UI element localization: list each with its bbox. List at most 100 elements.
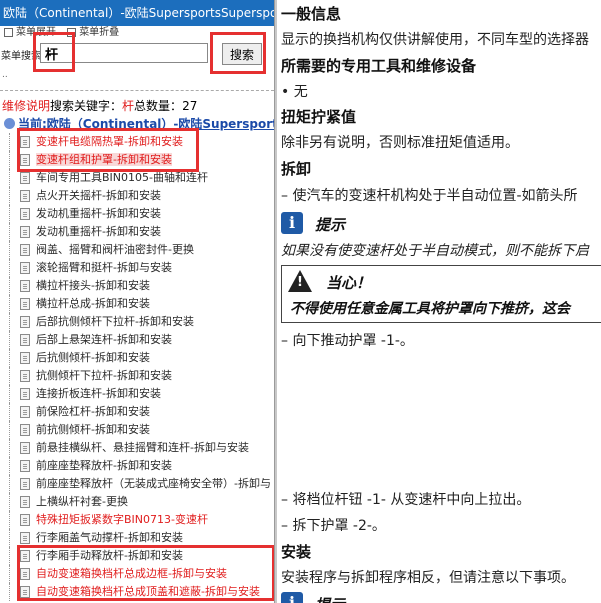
tree-line [9, 457, 10, 475]
tree-item[interactable]: 后抗侧倾杆-拆卸和安装 [0, 349, 274, 367]
tree-item[interactable]: 行李厢手动释放杆-拆卸和安装 [0, 547, 274, 565]
step-3: – 将档位杆钮 -1- 从变速杆中向上拉出。 [281, 492, 531, 508]
tree-item[interactable]: 车间专用工具BIN0105-曲轴和连杆 [0, 169, 274, 187]
tree-item-label: 前座座垫释放杆-拆卸和安装 [36, 459, 172, 472]
document-icon [20, 190, 30, 202]
tree-item[interactable]: 横拉杆接头-拆卸和安装 [0, 277, 274, 295]
document-icon [20, 550, 30, 562]
document-icon [20, 514, 30, 526]
tree-item[interactable]: 前抗侧倾杆-拆卸和安装 [0, 421, 274, 439]
tree-item-label: 后部上悬架连杆-拆卸和安装 [36, 333, 172, 346]
tree-item-label: 行李厢盖气动撑杆-拆卸和安装 [36, 531, 183, 544]
tree-line [9, 313, 10, 331]
search-input[interactable] [40, 43, 208, 63]
tree-item-label: 自动变速箱换档杆总成顶盖和遮蔽-拆卸与安装 [36, 585, 260, 598]
warning-icon [288, 270, 312, 292]
tree-item-label: 点火开关摇杆-拆卸和安装 [36, 189, 161, 202]
info-icon: i [281, 212, 303, 234]
tree-item[interactable]: 前座座垫释放杆（无装成式座椅安全带）-拆卸与 [0, 475, 274, 493]
tree-root[interactable]: 当前:欧陆（Continental）-欧陆Supersports [4, 115, 274, 132]
step-4: – 拆下护罩 -2-。 [281, 518, 386, 534]
tree-item-label: 阀盖、摇臂和阀杆油密封件-更换 [36, 243, 194, 256]
tree-line [9, 205, 10, 223]
tree-item[interactable]: 点火开关摇杆-拆卸和安装 [0, 187, 274, 205]
tree-item-label: 变速杆电缆隔热罩-拆卸和安装 [36, 135, 183, 148]
tree-item-label: 横拉杆总成-拆卸和安装 [36, 297, 150, 310]
tree-item[interactable]: 滚轮摇臂和挺杆-拆卸与安装 [0, 259, 274, 277]
tree-line [9, 367, 10, 385]
navigation-panel: 欧陆（Continental）-欧陆SupersportsSupersports… [0, 0, 274, 603]
tree-line [9, 331, 10, 349]
document-icon [20, 280, 30, 292]
document-icon [20, 442, 30, 454]
info-icon-2: i [281, 592, 303, 603]
document-icon [20, 460, 30, 472]
tree-line [9, 133, 10, 151]
tree-item[interactable]: 自动变速箱换档杆总成边框-拆卸与安装 [0, 565, 274, 583]
document-icon [20, 154, 30, 166]
panel-title: 欧陆（Continental）-欧陆SupersportsSupersports [0, 0, 274, 26]
tree-item-label: 前悬挂横纵杆、悬挂摇臂和连杆-拆卸与安装 [36, 441, 249, 454]
document-icon [20, 478, 30, 490]
tree-line [9, 403, 10, 421]
document-icon [20, 172, 30, 184]
tree-item[interactable]: 变速杆组和护罩-拆卸和安装 [0, 151, 274, 169]
tree-item[interactable]: 发动机重摇杆-拆卸和安装 [0, 205, 274, 223]
tip-label: 提示 [315, 216, 346, 234]
tree-item-label: 抗侧倾杆下拉杆-拆卸和安装 [36, 369, 172, 382]
tip-text: 如果没有使变速杆处于半自动模式，则不能拆下启 [281, 243, 589, 259]
search-label: 菜单搜索 [1, 51, 41, 62]
tree-item[interactable]: 行李厢盖气动撑杆-拆卸和安装 [0, 529, 274, 547]
tree-item[interactable]: 上横纵杆衬套-更换 [0, 493, 274, 511]
caution-text: 不得使用任意金属工具将护罩向下推挤，这会 [290, 301, 570, 317]
tree-item[interactable]: 特殊扭矩扳紧数字BIN0713-变速杆 [0, 511, 274, 529]
tree-line [9, 511, 10, 529]
document-icon [20, 586, 30, 598]
tree-line [9, 475, 10, 493]
removal-heading: 拆卸 [281, 160, 312, 178]
tree-item-label: 变速杆组和护罩-拆卸和安装 [36, 153, 172, 166]
tree-item-label: 后部抗侧倾杆下拉杆-拆卸和安装 [36, 315, 194, 328]
ellipsis: .. [2, 70, 8, 80]
document-icon [20, 388, 30, 400]
tree-line [9, 223, 10, 241]
tree-line [9, 169, 10, 187]
tree-item-label: 发动机重摇杆-拆卸和安装 [36, 207, 161, 220]
menu-collapse-button[interactable]: 菜单折叠 [67, 27, 119, 38]
caution-label: 当心！ [326, 274, 372, 292]
general-heading: 一般信息 [281, 5, 342, 23]
tree-item-label: 上横纵杆衬套-更换 [36, 495, 128, 508]
tree-item[interactable]: 发动机重摇杆-拆卸和安装 [0, 223, 274, 241]
tree-line [9, 349, 10, 367]
tools-item: • 无 [281, 84, 308, 100]
step-1: – 使汽车的变速杆机构处于半自动位置-如箭头所 [281, 188, 578, 204]
tree-item[interactable]: 阀盖、摇臂和阀杆油密封件-更换 [0, 241, 274, 259]
document-icon [20, 370, 30, 382]
menu-expand-button[interactable]: 菜单展开 [4, 27, 56, 38]
search-summary: 维修说明搜索关键字：杆总数量：27 [2, 99, 198, 113]
install-heading: 安装 [281, 543, 312, 561]
tree-item[interactable]: 后部抗侧倾杆下拉杆-拆卸和安装 [0, 313, 274, 331]
tree-item-label: 行李厢手动释放杆-拆卸和安装 [36, 549, 183, 562]
tree-item-label: 自动变速箱换档杆总成边框-拆卸与安装 [36, 567, 227, 580]
search-button[interactable]: 搜索 [222, 43, 262, 65]
tree-line [9, 529, 10, 547]
tree-item[interactable]: 后部上悬架连杆-拆卸和安装 [0, 331, 274, 349]
tree-line [9, 241, 10, 259]
document-content: 一般信息 显示的换挡机构仅供讲解使用，不同车型的选择器 所需要的专用工具和维修设… [277, 0, 601, 603]
tree-item[interactable]: 前悬挂横纵杆、悬挂摇臂和连杆-拆卸与安装 [0, 439, 274, 457]
tree-item[interactable]: 横拉杆总成-拆卸和安装 [0, 295, 274, 313]
tree-line [9, 187, 10, 205]
tree-item[interactable]: 前保险杠杆-拆卸和安装 [0, 403, 274, 421]
tree-item-label: 连接折板连杆-拆卸和安装 [36, 387, 161, 400]
document-icon [20, 136, 30, 148]
tree-item[interactable]: 抗侧倾杆下拉杆-拆卸和安装 [0, 367, 274, 385]
tree-item[interactable]: 变速杆电缆隔热罩-拆卸和安装 [0, 133, 274, 151]
step-2: – 向下推动护罩 -1-。 [281, 333, 414, 349]
menu-bar: 菜单展开 菜单折叠 [0, 26, 274, 40]
tree-item-label: 横拉杆接头-拆卸和安装 [36, 279, 150, 292]
tree-item[interactable]: 前座座垫释放杆-拆卸和安装 [0, 457, 274, 475]
document-icon [20, 496, 30, 508]
tree-item[interactable]: 自动变速箱换档杆总成顶盖和遮蔽-拆卸与安装 [0, 583, 274, 601]
tree-item[interactable]: 连接折板连杆-拆卸和安装 [0, 385, 274, 403]
